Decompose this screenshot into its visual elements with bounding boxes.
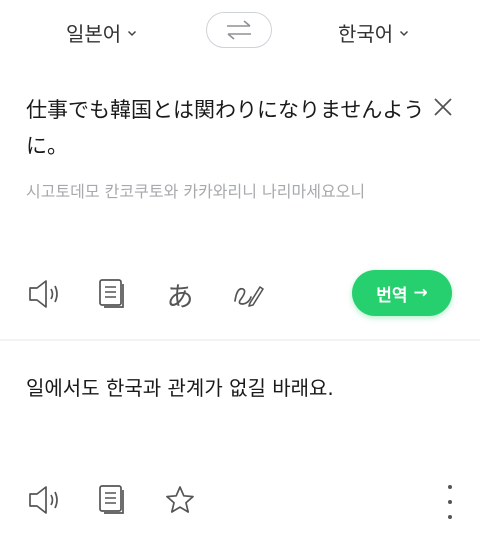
- speaker-icon: [29, 486, 58, 514]
- target-language-label: 한국어: [338, 22, 394, 46]
- translation-result-text: 일에서도 한국과 관계가 없길 바래요.: [26, 376, 334, 400]
- arrow-right-icon: →: [413, 283, 428, 303]
- more-dot: [448, 515, 452, 519]
- source-pronunciation: 시고토데모 칸코쿠토와 카카와리니 나리마세요오니: [26, 182, 366, 201]
- translate-button-label: 번역: [376, 285, 408, 306]
- more-dot: [448, 500, 452, 504]
- source-listen-button[interactable]: [26, 276, 62, 312]
- source-language-label: 일본어: [66, 22, 122, 46]
- result-panel: 일에서도 한국과 관계가 없길 바래요.: [0, 341, 480, 552]
- source-copy-button[interactable]: [94, 276, 130, 312]
- translate-button[interactable]: 번역 →: [352, 270, 452, 316]
- swap-languages-button[interactable]: [206, 12, 272, 48]
- result-copy-button[interactable]: [94, 482, 130, 518]
- source-language-selector[interactable]: 일본어: [66, 18, 137, 47]
- hiragana-icon[interactable]: あ: [162, 276, 198, 313]
- hiragana-glyph: あ: [166, 281, 194, 313]
- chevron-down-icon: [128, 30, 137, 36]
- result-listen-button[interactable]: [26, 482, 62, 518]
- source-toolbar: あ: [26, 276, 298, 313]
- handwriting-icon: [234, 286, 264, 307]
- close-icon[interactable]: [432, 96, 454, 118]
- more-vertical-icon[interactable]: [438, 485, 462, 519]
- language-bar: 일본어 한국어: [0, 0, 480, 63]
- source-panel: 仕事でも韓国とは関わりになりませんように。 시고토데모 칸코쿠토와 카카와리니 …: [0, 62, 480, 339]
- handwriting-button[interactable]: [230, 276, 266, 312]
- target-language-selector[interactable]: 한국어: [338, 18, 409, 47]
- speaker-icon: [29, 280, 58, 308]
- favorite-button[interactable]: [162, 482, 198, 518]
- chevron-down-icon: [400, 30, 409, 36]
- source-text-input[interactable]: 仕事でも韓国とは関わりになりませんように。: [26, 92, 426, 164]
- swap-arrows-icon: [227, 20, 251, 40]
- copy-icon: [99, 279, 124, 308]
- star-icon: [166, 486, 194, 513]
- result-toolbar: [26, 482, 230, 518]
- more-dot: [448, 485, 452, 489]
- copy-icon: [99, 485, 124, 514]
